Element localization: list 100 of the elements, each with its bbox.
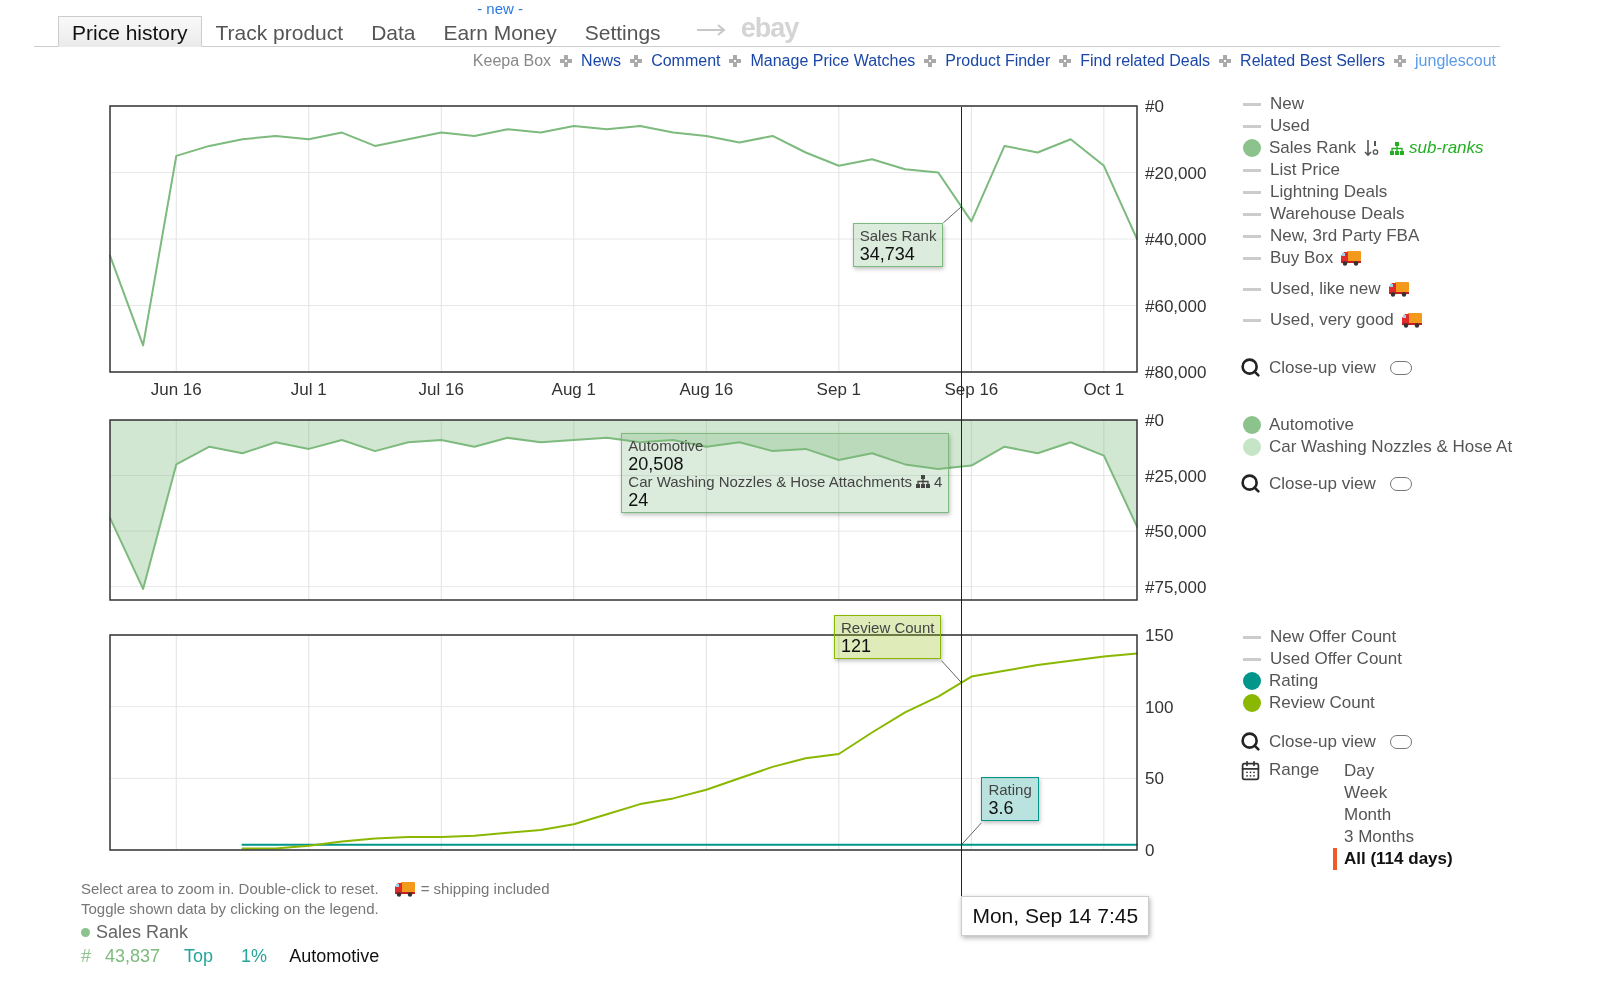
tooltip-value: 3.6: [988, 798, 1014, 817]
cross-icon: [1394, 55, 1407, 67]
cross-icon: [924, 55, 937, 67]
tab[interactable]: Track product: [201, 16, 358, 47]
tooltip-label: Car Washing Nozzles & Hose Attachments: [628, 472, 913, 491]
cross-icon: [1059, 55, 1072, 67]
legend-item[interactable]: Automotive: [1240, 415, 1355, 435]
hierarchy-icon: [916, 475, 931, 489]
axis-label: Jul 16: [418, 380, 464, 399]
tooltip-label: Rating: [988, 780, 1032, 799]
nav-link[interactable]: Manage Price Watches: [750, 52, 916, 70]
arrow-icon: [696, 24, 727, 36]
legend-item[interactable]: Warehouse Deals: [1240, 204, 1405, 224]
shipping-note: = shipping included: [420, 880, 550, 897]
axis-label: 50: [1145, 769, 1164, 789]
search-icon: [1240, 357, 1261, 378]
axis-label: #0: [1145, 97, 1164, 116]
nav-link[interactable]: Keepa Box: [472, 52, 552, 70]
top-label: Top: [184, 946, 214, 967]
leader-line: [960, 822, 982, 846]
tooltip-label: Automotive: [628, 436, 704, 455]
legend-item[interactable]: New Offer Count: [1240, 627, 1397, 647]
axis-label: #80,000: [1145, 363, 1207, 382]
close-up-toggle[interactable]: Close-up view: [1240, 473, 1412, 494]
hint-text: Toggle shown data by clicking on the legend.: [81, 900, 379, 917]
tooltip-value: 20,508: [628, 454, 685, 473]
new-label: - new -: [477, 0, 524, 17]
range-option[interactable]: Week: [1333, 782, 1388, 804]
axis-label: #0: [1145, 411, 1164, 430]
search-icon: [1240, 473, 1261, 494]
axis-label: Jun 16: [150, 380, 202, 399]
hint-text: Select area to zoom in. Double-click to reset.: [81, 880, 379, 897]
legend-item[interactable]: Sales Rank: [1240, 138, 1380, 158]
nav-link[interactable]: Comment: [651, 52, 721, 70]
close-up-toggle[interactable]: Close-up view: [1240, 731, 1412, 752]
hash-sign: #: [81, 946, 91, 967]
close-up-toggle[interactable]: Close-up view: [1240, 357, 1412, 378]
cross-icon: [1219, 55, 1232, 67]
axis-label: #50,000: [1145, 522, 1207, 542]
range-option[interactable]: 3 Months: [1333, 826, 1414, 848]
legend-item[interactable]: Used, very good: [1240, 310, 1422, 330]
date-label: Mon, Sep 14 7:45: [961, 896, 1150, 936]
line-swatch: [1243, 234, 1261, 238]
legend-item[interactable]: New: [1240, 94, 1304, 114]
line-swatch: [1243, 190, 1261, 194]
tab[interactable]: Price history: [58, 16, 202, 47]
tab[interactable]: Data: [357, 16, 430, 47]
line-swatch: [1243, 635, 1261, 639]
legend-item[interactable]: Review Count: [1240, 693, 1375, 713]
axis-label: 150: [1145, 626, 1174, 645]
range-option[interactable]: Day: [1333, 760, 1375, 782]
line-swatch: [1243, 287, 1261, 291]
legend-item[interactable]: Used, like new: [1240, 279, 1409, 299]
axis-label: #25,000: [1145, 466, 1207, 486]
axis-label: 100: [1145, 697, 1174, 717]
search-icon: [1240, 731, 1261, 752]
axis-label: Jul 1: [290, 380, 327, 399]
legend-item[interactable]: Car Washing Nozzles & Hose At: [1240, 437, 1513, 457]
range-option[interactable]: Month: [1333, 804, 1392, 826]
sort-icon[interactable]: [1363, 139, 1380, 157]
cross-icon: [630, 55, 643, 67]
axis-label: Sep 1: [816, 380, 862, 399]
line-swatch: [1243, 124, 1261, 128]
category-label: Automotive: [289, 946, 380, 967]
axis-label: 0: [1145, 841, 1155, 860]
tab[interactable]: Earn Money: [429, 16, 571, 47]
rank-value: 43,837: [105, 946, 161, 967]
nav-link[interactable]: Find related Deals: [1080, 52, 1211, 70]
legend-item[interactable]: New, 3rd Party FBA: [1240, 226, 1420, 246]
tab[interactable]: Settings: [570, 16, 675, 47]
line-swatch: [1243, 657, 1261, 661]
legend-item[interactable]: Buy Box: [1240, 248, 1362, 268]
line-swatch: [1243, 168, 1261, 172]
nav-link[interactable]: News: [581, 52, 622, 70]
legend-item[interactable]: Used: [1240, 116, 1310, 136]
hierarchy-icon: [1389, 141, 1404, 155]
legend-item[interactable]: Rating: [1240, 671, 1319, 691]
legend-item[interactable]: List Price: [1240, 160, 1340, 180]
axis-label: #75,000: [1145, 577, 1207, 597]
line-swatch: [1243, 212, 1261, 216]
line-swatch: [1243, 256, 1261, 260]
tooltip-value: 121: [841, 636, 873, 655]
axis-label: Aug 1: [551, 380, 597, 399]
axis-label: #40,000: [1145, 230, 1207, 249]
summary-label: Sales Rank: [96, 922, 189, 943]
tooltip-value: 24: [628, 490, 650, 509]
range-option[interactable]: All (114 days): [1333, 848, 1453, 870]
legend-item[interactable]: Lightning Deals: [1240, 182, 1388, 202]
tooltip-label: Review Count: [841, 618, 935, 637]
calendar-icon: [1240, 760, 1261, 781]
axis-label: Oct 1: [1083, 380, 1125, 399]
legend-item[interactable]: Used Offer Count: [1240, 649, 1402, 669]
nav-link[interactable]: Related Best Sellers: [1240, 52, 1386, 70]
nav-link[interactable]: Product Finder: [945, 52, 1051, 70]
cross-icon: [729, 55, 742, 67]
leader-line: [942, 206, 962, 224]
line-swatch: [1243, 318, 1261, 322]
tooltip-label: Sales Rank: [859, 226, 937, 245]
axis-label: #20,000: [1145, 163, 1207, 183]
cross-icon: [560, 55, 573, 67]
